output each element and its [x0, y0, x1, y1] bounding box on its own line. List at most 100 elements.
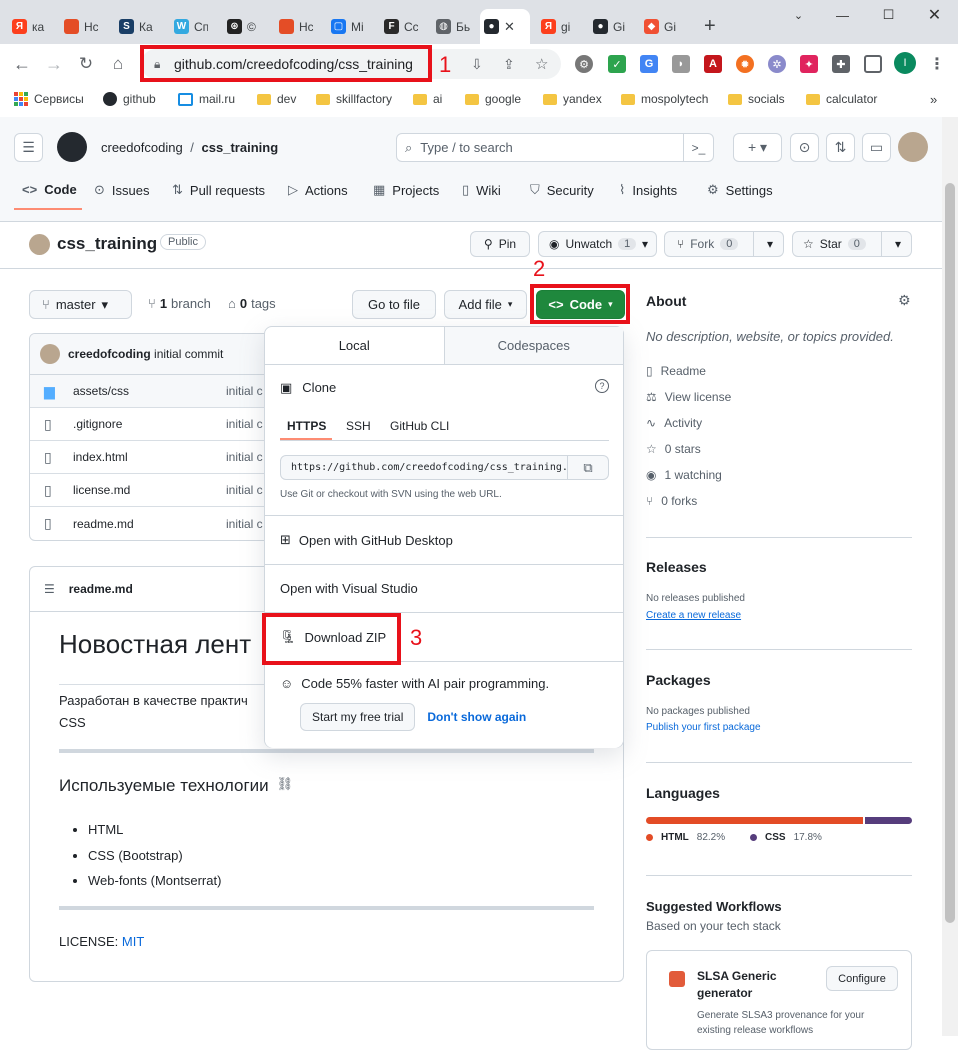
- bookmark-mailru[interactable]: mail.ru: [178, 92, 235, 106]
- fire-extension-icon[interactable]: ✹: [736, 55, 754, 73]
- copy-icon[interactable]: ⧉: [568, 455, 609, 480]
- tab-wiki[interactable]: ▯ Wiki: [462, 182, 501, 198]
- clone-url-input[interactable]: https://github.com/creedofcoding/css_tra…: [280, 455, 568, 480]
- commit-message[interactable]: initial commit: [154, 347, 223, 361]
- packages-title[interactable]: Packages: [646, 672, 711, 688]
- pdf-extension-icon[interactable]: A: [704, 55, 722, 73]
- go-to-file-button[interactable]: Go to file: [352, 290, 436, 319]
- sidebar-item-activity[interactable]: ∿ Activity: [646, 416, 702, 430]
- bookmark-socials[interactable]: socials: [728, 92, 785, 106]
- browser-tab[interactable]: F Сс: [380, 9, 428, 44]
- pull-requests-icon[interactable]: ⇅: [826, 133, 855, 162]
- sidebar-item-forks[interactable]: ⑂ 0 forks: [646, 494, 697, 508]
- address-bar[interactable]: 🔒︎ github.com/creedofcoding/css_training…: [141, 49, 561, 79]
- license-link[interactable]: MIT: [122, 934, 144, 949]
- dont-show-link[interactable]: Don't show again: [427, 710, 526, 724]
- search-input[interactable]: ⌕ Type / to search >_: [396, 133, 714, 162]
- tab-settings[interactable]: ⚙ Settings: [707, 182, 773, 198]
- tab-pull-requests[interactable]: ⇅ Pull requests: [172, 182, 265, 198]
- new-tab-button[interactable]: +: [704, 15, 716, 38]
- hamburger-menu-icon[interactable]: ☰: [14, 133, 43, 162]
- home-icon[interactable]: ⌂: [104, 50, 132, 78]
- inbox-icon[interactable]: ▭: [862, 133, 891, 162]
- tab-security[interactable]: ⛉ Security: [530, 182, 594, 198]
- bookmark-services[interactable]: Сервисы: [14, 92, 84, 106]
- file-name[interactable]: .gitignore: [73, 417, 122, 431]
- breadcrumb-repo[interactable]: css_training: [202, 140, 279, 155]
- proto-tab-https[interactable]: HTTPS: [287, 419, 326, 433]
- open-desktop-item[interactable]: ⊞ Open with GitHub Desktop: [265, 515, 623, 564]
- reload-icon[interactable]: ↻: [72, 50, 100, 78]
- proto-tab-ssh[interactable]: SSH: [346, 419, 371, 433]
- shield-extension-icon[interactable]: ◗: [672, 55, 690, 73]
- browser-tab[interactable]: W Сп: [170, 9, 218, 44]
- share-icon[interactable]: ⇪: [503, 56, 515, 73]
- file-name[interactable]: assets/css: [73, 384, 129, 398]
- proto-tab-cli[interactable]: GitHub CLI: [390, 419, 449, 433]
- browser-tab[interactable]: ◍ Бь: [432, 9, 476, 44]
- repo-name[interactable]: css_training: [57, 234, 157, 254]
- profile-avatar[interactable]: I: [894, 52, 916, 74]
- file-commit[interactable]: initial c: [226, 517, 263, 531]
- bookmark-skillfactory[interactable]: skillfactory: [316, 92, 392, 106]
- tab-projects[interactable]: ▦ Projects: [373, 182, 439, 198]
- color-extension-icon[interactable]: ✦: [800, 55, 818, 73]
- browser-tab[interactable]: ● Gi: [589, 9, 637, 44]
- browser-tab[interactable]: S Ка: [115, 9, 165, 44]
- download-zip-item[interactable]: 🗜︎ Download ZIP: [265, 612, 623, 661]
- github-logo-icon[interactable]: [57, 132, 87, 162]
- extensions-puzzle-icon[interactable]: ✚: [832, 55, 850, 73]
- sidebar-item-watching[interactable]: ◉ 1 watching: [646, 468, 722, 482]
- file-name[interactable]: readme.md: [73, 517, 134, 531]
- star-button[interactable]: ☆ Star 0 ▾: [792, 231, 912, 257]
- bookmark-ai[interactable]: ai: [413, 92, 442, 106]
- file-commit[interactable]: initial c: [226, 483, 263, 497]
- releases-title[interactable]: Releases: [646, 559, 707, 575]
- bookmark-calculator[interactable]: calculator: [806, 92, 877, 106]
- minimize-button[interactable]: —: [820, 0, 865, 30]
- tab-actions[interactable]: ▷ Actions: [288, 182, 348, 198]
- publish-package-link[interactable]: Publish your first package: [646, 722, 761, 733]
- tags-link[interactable]: ⌂ 0 tags: [228, 296, 276, 311]
- browser-tab[interactable]: ▢ Мі: [327, 9, 375, 44]
- adblock-extension-icon[interactable]: ✓: [608, 55, 626, 73]
- install-app-icon[interactable]: ⇩: [471, 56, 483, 73]
- unwatch-button[interactable]: ◉ Unwatch 1 ▾: [538, 231, 657, 257]
- page-scrollbar[interactable]: [942, 117, 958, 1036]
- close-window-button[interactable]: ✕: [912, 0, 957, 30]
- file-name[interactable]: index.html: [73, 450, 128, 464]
- file-commit[interactable]: initial c: [226, 384, 263, 398]
- file-name[interactable]: license.md: [73, 483, 130, 497]
- file-commit[interactable]: initial c: [226, 417, 263, 431]
- code-button[interactable]: <> Code ▾: [536, 290, 625, 319]
- tab-local[interactable]: Local: [265, 327, 445, 364]
- browser-tab[interactable]: Яgi: [537, 9, 585, 44]
- commit-author[interactable]: creedofcoding: [68, 347, 151, 361]
- bookmark-mospolytech[interactable]: mospolytech: [621, 92, 708, 106]
- command-palette-icon[interactable]: >_: [683, 134, 713, 161]
- bookmark-yandex[interactable]: yandex: [543, 92, 602, 106]
- language-css[interactable]: CSS 17.8%: [750, 832, 822, 843]
- tab-codespaces[interactable]: Codespaces: [444, 327, 623, 364]
- sidebar-item-license[interactable]: ⚖ View license: [646, 390, 731, 404]
- bookmark-dev[interactable]: dev: [257, 92, 296, 106]
- browser-tab[interactable]: Яка: [8, 9, 56, 44]
- branch-select[interactable]: ⑂ master ▾: [29, 290, 132, 319]
- scrollbar-thumb[interactable]: [945, 183, 955, 923]
- tab-issues[interactable]: ⊙ Issues: [94, 182, 149, 198]
- start-trial-button[interactable]: Start my free trial: [300, 703, 416, 731]
- sidepanel-icon[interactable]: [864, 55, 882, 73]
- back-arrow-icon[interactable]: ←: [8, 50, 36, 78]
- tab-insights[interactable]: ⌇ Insights: [619, 182, 677, 198]
- user-avatar[interactable]: [898, 132, 928, 162]
- settings-extension-icon[interactable]: ⚙: [575, 55, 593, 73]
- open-vs-item[interactable]: Open with Visual Studio: [265, 564, 623, 612]
- browser-tab[interactable]: ◆ Gi: [640, 9, 688, 44]
- browser-tab[interactable]: ● ✕: [480, 9, 530, 44]
- tab-search-icon[interactable]: ⌄: [776, 0, 821, 30]
- browser-tab[interactable]: Нс: [60, 9, 110, 44]
- forward-arrow-icon[interactable]: →: [40, 50, 68, 78]
- browser-tab[interactable]: ⊛ ©: [223, 9, 271, 44]
- branches-link[interactable]: ⑂ 1 branch: [148, 296, 211, 311]
- close-tab-icon[interactable]: ✕: [504, 19, 515, 35]
